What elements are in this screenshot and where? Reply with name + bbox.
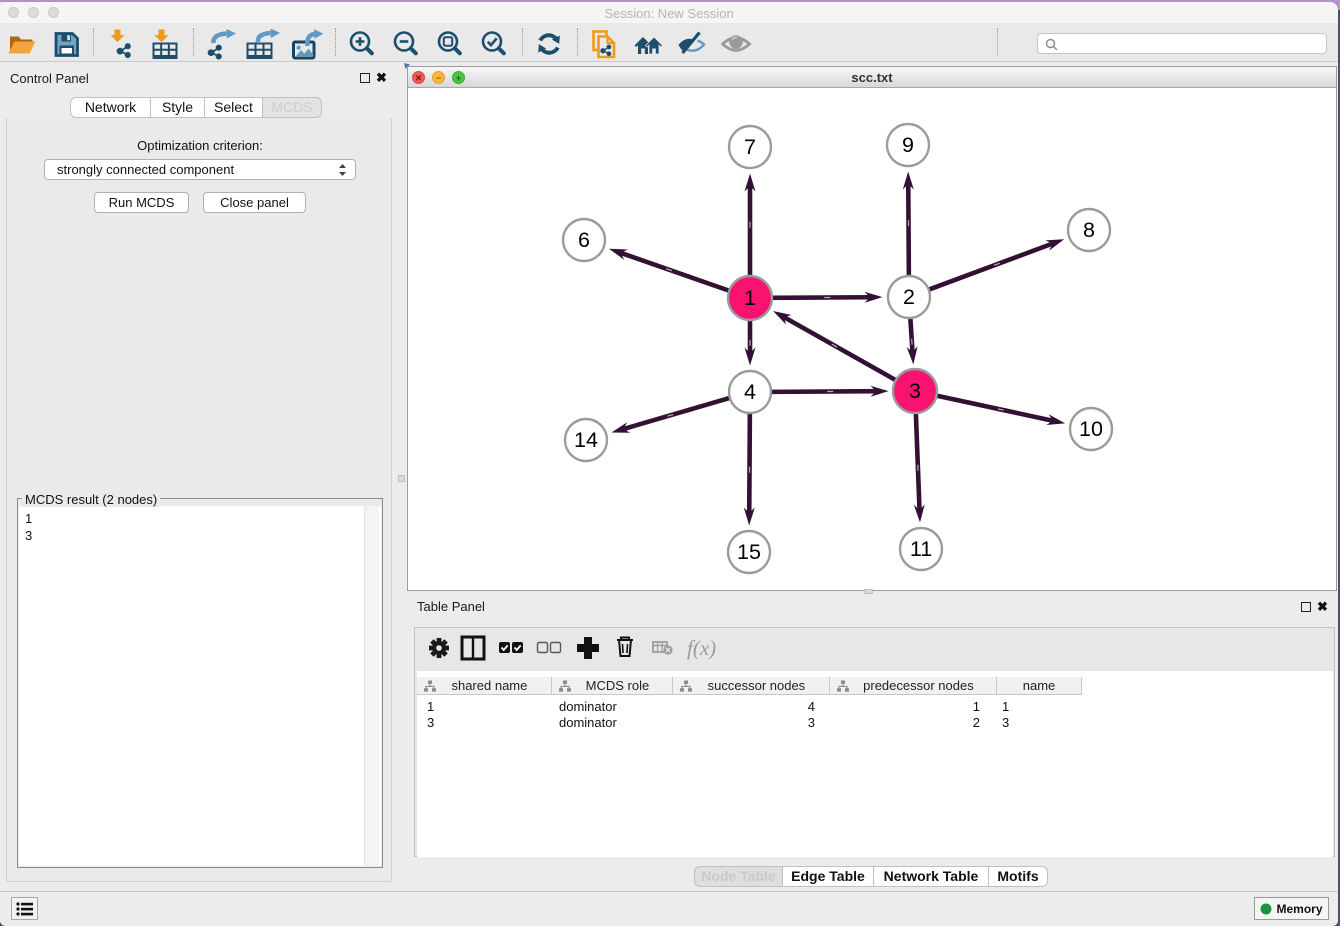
svg-text:9: 9 bbox=[902, 133, 914, 157]
svg-text:f(x): f(x) bbox=[687, 636, 716, 660]
svg-text:10: 10 bbox=[1079, 417, 1103, 441]
svg-text:14: 14 bbox=[574, 428, 598, 452]
svg-text:11: 11 bbox=[910, 537, 932, 561]
svg-text:7: 7 bbox=[744, 135, 756, 159]
svg-text:3: 3 bbox=[909, 379, 921, 403]
svg-text:1: 1 bbox=[744, 286, 756, 310]
svg-text:15: 15 bbox=[737, 540, 761, 564]
svg-text:4: 4 bbox=[744, 380, 756, 404]
svg-text:6: 6 bbox=[578, 228, 590, 252]
svg-text:2: 2 bbox=[903, 285, 915, 309]
svg-text:8: 8 bbox=[1083, 218, 1095, 242]
